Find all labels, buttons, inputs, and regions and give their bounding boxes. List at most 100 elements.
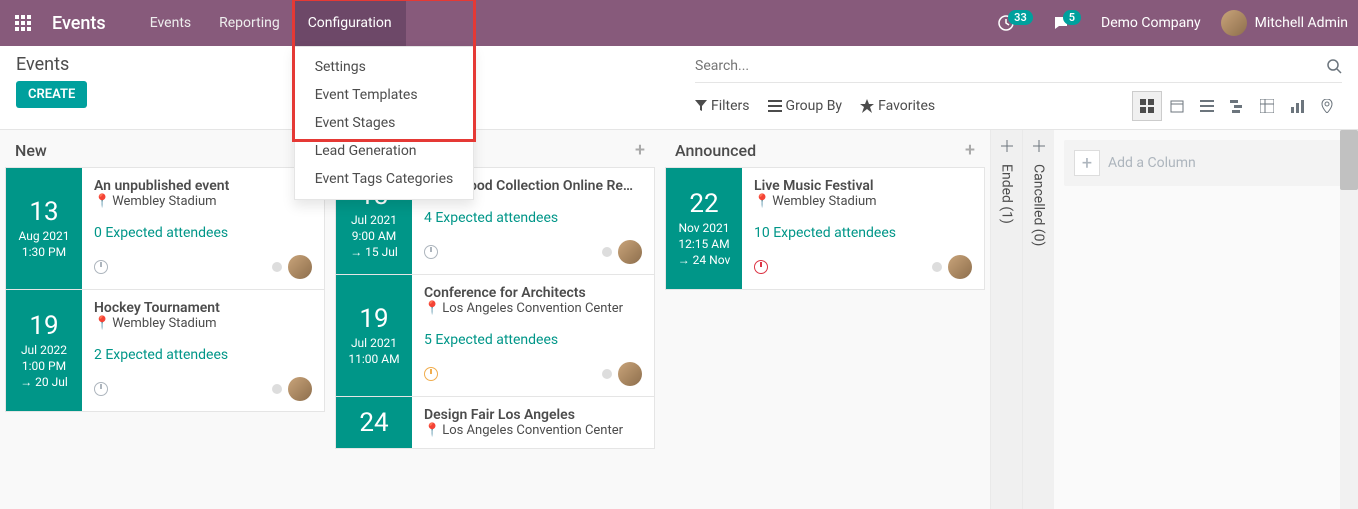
- column-add-icon[interactable]: +: [635, 140, 645, 161]
- state-dot-icon[interactable]: [602, 247, 612, 257]
- card-title: Conference for Architects: [424, 285, 634, 301]
- dropdown-item-settings[interactable]: Settings: [295, 53, 474, 81]
- card-end: → 15 Jul: [350, 245, 398, 259]
- column-title[interactable]: Announced: [675, 141, 756, 160]
- card-end: → 20 Jul: [20, 375, 68, 389]
- pin-icon: 📍: [94, 194, 110, 209]
- card-time: 12:15 AM: [678, 237, 729, 251]
- search-icon[interactable]: [1326, 58, 1342, 74]
- view-calendar-icon[interactable]: [1162, 91, 1192, 121]
- card-attendees[interactable]: 0 Expected attendees: [94, 225, 312, 241]
- card-month: Jul 2022: [21, 343, 67, 357]
- kanban-card[interactable]: 24 Design Fair Los Angeles 📍Los Angeles …: [335, 396, 655, 449]
- card-title: Live Music Festival: [754, 178, 964, 194]
- responsible-avatar-icon[interactable]: [618, 240, 642, 264]
- nav-item-configuration[interactable]: Configuration Settings Event Templates E…: [294, 0, 406, 46]
- activity-clock-icon[interactable]: [424, 367, 438, 381]
- dropdown-item-event-tags-categories[interactable]: Event Tags Categories: [295, 165, 474, 193]
- apps-icon[interactable]: [0, 0, 46, 46]
- dropdown-item-lead-generation[interactable]: Lead Generation: [295, 137, 474, 165]
- kanban-column-cancelled-folded[interactable]: Cancelled (0): [1022, 130, 1054, 509]
- kanban-card[interactable]: 19 Jul 2021 11:00 AM Conference for Arch…: [335, 274, 655, 396]
- card-location: 📍Wembley Stadium: [754, 194, 972, 209]
- filters-button[interactable]: Filters: [695, 98, 750, 114]
- card-attendees[interactable]: 4 Expected attendees: [424, 210, 642, 226]
- activity-clock-icon[interactable]: [754, 260, 768, 274]
- view-pivot-icon[interactable]: [1252, 91, 1282, 121]
- kanban-card[interactable]: 19 Jul 2022 1:00 PM → 20 Jul Hockey Tour…: [5, 289, 325, 412]
- card-location: 📍Wembley Stadium: [94, 194, 312, 209]
- state-dot-icon[interactable]: [602, 369, 612, 379]
- card-day: 22: [689, 191, 718, 217]
- messages-button[interactable]: 5: [1043, 0, 1091, 46]
- filters-label: Filters: [711, 98, 750, 114]
- scrollbar[interactable]: [1340, 130, 1358, 509]
- card-title: An unpublished event: [94, 178, 304, 194]
- state-dot-icon[interactable]: [272, 262, 282, 272]
- responsible-avatar-icon[interactable]: [618, 362, 642, 386]
- configuration-dropdown: Settings Event Templates Event Stages Le…: [294, 46, 475, 200]
- plus-icon: [1001, 140, 1013, 152]
- nav-item-events[interactable]: Events: [136, 0, 205, 46]
- kanban-column-ended-folded[interactable]: Ended (1): [990, 130, 1022, 509]
- activity-clock-icon[interactable]: [94, 260, 108, 274]
- card-time: 9:00 AM: [352, 229, 396, 243]
- folded-label: Cancelled (0): [1031, 164, 1047, 246]
- control-panel: Events CREATE Filters Group By: [0, 46, 1358, 130]
- plus-box-icon: +: [1074, 150, 1100, 176]
- create-button[interactable]: CREATE: [16, 81, 87, 108]
- kanban-board: New + 13 Aug 2021 1:30 PM An unpublished…: [0, 130, 1358, 509]
- card-time: 1:00 PM: [22, 359, 66, 373]
- card-attendees[interactable]: 2 Expected attendees: [94, 347, 312, 363]
- card-time: 1:30 PM: [22, 245, 66, 259]
- card-date-block: 19 Jul 2021 11:00 AM: [336, 275, 412, 396]
- card-location-text: Los Angeles Convention Center: [442, 301, 623, 316]
- responsible-avatar-icon[interactable]: [288, 377, 312, 401]
- column-add-icon[interactable]: +: [965, 140, 975, 161]
- nav-brand[interactable]: Events: [46, 13, 136, 34]
- view-kanban-icon[interactable]: [1132, 91, 1162, 121]
- company-switcher[interactable]: Demo Company: [1091, 0, 1211, 46]
- favorites-label: Favorites: [878, 98, 935, 114]
- nav-item-reporting[interactable]: Reporting: [205, 0, 294, 46]
- groupby-button[interactable]: Group By: [768, 98, 843, 114]
- card-title: Hockey Tournament: [94, 300, 304, 316]
- user-menu[interactable]: Mitchell Admin: [1211, 0, 1358, 46]
- card-day: 19: [359, 306, 388, 332]
- scrollbar-thumb[interactable]: [1340, 130, 1358, 190]
- pin-icon: 📍: [424, 423, 440, 438]
- responsible-avatar-icon[interactable]: [288, 255, 312, 279]
- kanban-card[interactable]: 22 Nov 2021 12:15 AM → 24 Nov Live Music…: [665, 167, 985, 290]
- view-switcher: [1132, 91, 1342, 121]
- activities-button[interactable]: 33: [988, 0, 1043, 46]
- responsible-avatar-icon[interactable]: [948, 255, 972, 279]
- view-gantt-icon[interactable]: [1222, 91, 1252, 121]
- card-month: Jul 2021: [351, 336, 397, 350]
- pin-icon: 📍: [754, 194, 770, 209]
- dropdown-item-event-templates[interactable]: Event Templates: [295, 81, 474, 109]
- activity-clock-icon[interactable]: [424, 245, 438, 259]
- user-avatar-icon: [1221, 10, 1247, 36]
- activity-clock-icon[interactable]: [94, 382, 108, 396]
- card-month: Aug 2021: [18, 229, 69, 243]
- card-end: → 24 Nov: [678, 253, 731, 267]
- card-attendees[interactable]: 10 Expected attendees: [754, 225, 972, 241]
- add-column-button[interactable]: + Add a Column: [1064, 140, 1348, 186]
- card-date-block: 22 Nov 2021 12:15 AM → 24 Nov: [666, 168, 742, 289]
- favorites-button[interactable]: Favorites: [860, 98, 935, 114]
- card-attendees[interactable]: 5 Expected attendees: [424, 332, 642, 348]
- pin-icon: 📍: [424, 301, 440, 316]
- card-date-block: 24: [336, 397, 412, 448]
- kanban-card[interactable]: 13 Aug 2021 1:30 PM An unpublished event…: [5, 167, 325, 289]
- view-graph-icon[interactable]: [1282, 91, 1312, 121]
- card-location: 📍Los Angeles Convention Center: [424, 423, 642, 438]
- navbar: Events Events Reporting Configuration Se…: [0, 0, 1358, 46]
- state-dot-icon[interactable]: [272, 384, 282, 394]
- view-list-icon[interactable]: [1192, 91, 1222, 121]
- dropdown-item-event-stages[interactable]: Event Stages: [295, 109, 474, 137]
- column-title[interactable]: New: [15, 141, 47, 160]
- view-map-icon[interactable]: [1312, 91, 1342, 121]
- search-input[interactable]: [695, 54, 1326, 78]
- activities-badge: 33: [1008, 10, 1033, 25]
- state-dot-icon[interactable]: [932, 262, 942, 272]
